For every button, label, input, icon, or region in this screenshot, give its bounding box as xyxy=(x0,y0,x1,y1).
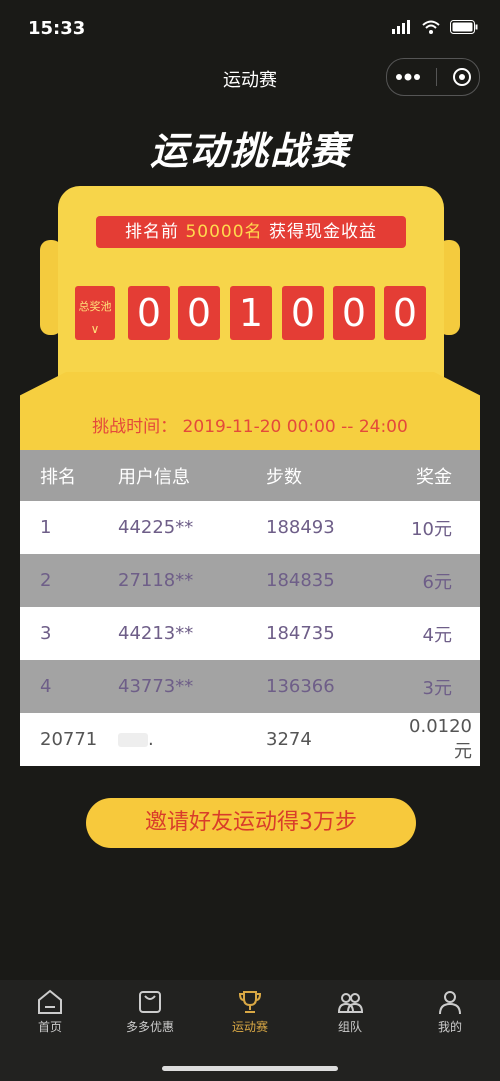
cell-steps: 136366 xyxy=(266,676,335,697)
pool-digit: 0 xyxy=(128,286,170,340)
home-indicator xyxy=(162,1066,338,1071)
trophy-icon xyxy=(238,991,262,1013)
status-time: 15:33 xyxy=(28,18,86,39)
header-prize: 奖金 xyxy=(416,466,452,488)
pool-digit: 1 xyxy=(230,286,272,340)
banner-suffix: 获得现金收益 xyxy=(262,222,377,242)
cell-user: . xyxy=(118,729,266,750)
signal-icon xyxy=(392,20,410,34)
cell-prize: 4元 xyxy=(422,624,452,646)
cell-user: 44225** xyxy=(118,517,194,538)
wifi-icon xyxy=(422,20,440,34)
challenge-time: 挑战时间： 2019-11-20 00:00 -- 24:00 xyxy=(92,417,408,437)
tab-mine[interactable]: 我的 xyxy=(400,980,500,1035)
status-bar: 15:33 xyxy=(0,0,500,60)
banner-highlight: 50000名 xyxy=(185,222,263,242)
tab-label: 我的 xyxy=(437,1020,462,1034)
status-icons xyxy=(392,20,478,34)
rank-banner: 排名前 50000名 获得现金收益 xyxy=(96,216,406,248)
card-stage xyxy=(20,372,480,450)
table-row: 3 44213** 184735 4元 xyxy=(20,607,480,660)
invite-friends-button[interactable]: 邀请好友运动得3万步 xyxy=(86,798,416,848)
more-icon[interactable] xyxy=(395,73,421,81)
ranking-table: 排名 用户信息 步数 奖金 1 44225** 188493 10元 2 271… xyxy=(20,450,480,766)
cell-rank: 20771 xyxy=(40,729,98,750)
cell-rank: 1 xyxy=(40,517,52,538)
tab-sports[interactable]: 运动赛 xyxy=(200,980,300,1035)
banner-prefix: 排名前 xyxy=(125,222,186,242)
table-row: 2 27118** 184835 6元 xyxy=(20,554,480,607)
prize-pool-button[interactable]: 总奖池 ∨ xyxy=(75,286,115,340)
cell-rank: 4 xyxy=(40,676,52,697)
cell-prize: 6元 xyxy=(422,571,452,593)
table-row: 1 44225** 188493 10元 xyxy=(20,501,480,554)
cell-rank: 2 xyxy=(40,570,52,591)
chevron-down-icon: ∨ xyxy=(90,322,100,336)
cell-prize: 10元 xyxy=(411,518,452,540)
cell-user: 44213** xyxy=(118,623,194,644)
tab-label: 多多优惠 xyxy=(125,1020,174,1034)
tab-home[interactable]: 首页 xyxy=(0,980,100,1035)
blurred-avatar xyxy=(118,733,148,747)
user-icon xyxy=(439,991,461,1015)
page-title: 运动挑战赛 xyxy=(149,129,350,173)
pool-digit: 0 xyxy=(384,286,426,340)
table-row: 4 43773** 136366 3元 xyxy=(20,660,480,713)
header-rank: 排名 xyxy=(40,466,76,488)
mini-program-capsule xyxy=(386,58,480,96)
tab-label: 运动赛 xyxy=(231,1020,268,1034)
tab-team[interactable]: 组队 xyxy=(300,980,400,1035)
cell-prize: 3元 xyxy=(422,677,452,699)
my-rank-row: 20771 . 3274 0.0120元 xyxy=(20,713,480,766)
cell-steps: 184735 xyxy=(266,623,335,644)
tab-deals[interactable]: 多多优惠 xyxy=(100,980,200,1035)
header-user: 用户信息 xyxy=(118,466,190,488)
pool-label: 总奖池 xyxy=(78,300,112,313)
cell-steps: 184835 xyxy=(266,570,335,591)
battery-icon xyxy=(450,20,478,34)
capsule-divider xyxy=(435,68,437,86)
cell-user-text: . xyxy=(148,729,154,750)
close-target-icon[interactable] xyxy=(452,67,472,87)
pool-digit: 0 xyxy=(282,286,324,340)
cell-steps: 188493 xyxy=(266,517,335,538)
cell-steps: 3274 xyxy=(266,729,312,750)
tab-label: 首页 xyxy=(37,1020,62,1034)
cell-rank: 3 xyxy=(40,623,52,644)
pool-digit: 0 xyxy=(178,286,220,340)
header-steps: 步数 xyxy=(266,466,302,488)
cell-prize: 0.0120元 xyxy=(409,716,472,762)
cell-user: 27118** xyxy=(118,570,194,591)
team-icon xyxy=(337,993,364,1013)
tab-label: 组队 xyxy=(337,1020,362,1034)
pool-digit: 0 xyxy=(333,286,375,340)
cell-user: 43773** xyxy=(118,676,194,697)
home-icon xyxy=(38,989,62,1014)
table-header: 排名 用户信息 步数 奖金 xyxy=(20,450,480,501)
bag-icon xyxy=(139,991,161,1013)
